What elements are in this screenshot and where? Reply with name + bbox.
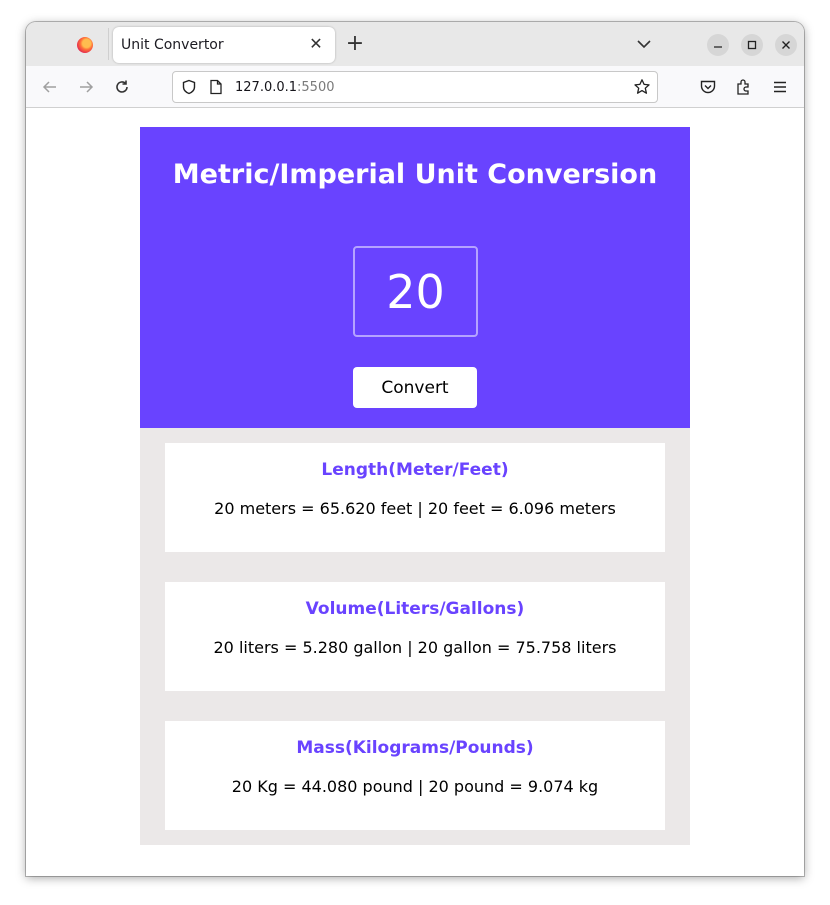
- bookmark-star-icon[interactable]: [633, 78, 651, 96]
- firefox-icon[interactable]: [77, 37, 93, 53]
- tab-separator: [108, 28, 109, 60]
- close-window-icon[interactable]: [775, 34, 797, 56]
- extensions-icon[interactable]: [735, 78, 753, 96]
- card-title: Volume(Liters/Gallons): [305, 599, 525, 619]
- number-input[interactable]: [353, 246, 478, 337]
- convert-button[interactable]: Convert: [353, 367, 477, 408]
- tab-strip: Unit Convertor ✕ +: [26, 22, 804, 66]
- forward-icon[interactable]: [77, 78, 95, 96]
- navigation-bar: 127.0.0.1:5500: [26, 66, 804, 108]
- tab-active[interactable]: Unit Convertor ✕: [113, 27, 335, 63]
- card-result: 20 Kg = 44.080 pound | 20 pound = 9.074 …: [231, 777, 599, 796]
- back-icon[interactable]: [41, 78, 59, 96]
- page-content: Metric/Imperial Unit Conversion Convert …: [26, 108, 804, 876]
- new-tab-icon[interactable]: +: [344, 33, 366, 55]
- card-result: 20 meters = 65.620 feet | 20 feet = 6.09…: [214, 499, 616, 518]
- chevron-down-icon[interactable]: [635, 35, 653, 53]
- mass-card: Mass(Kilograms/Pounds) 20 Kg = 44.080 po…: [165, 721, 665, 830]
- maximize-icon[interactable]: [741, 34, 763, 56]
- url-host: 127.0.0.1: [235, 80, 298, 95]
- length-card: Length(Meter/Feet) 20 meters = 65.620 fe…: [165, 443, 665, 552]
- url-port: :5500: [297, 80, 335, 95]
- url-bar[interactable]: 127.0.0.1:5500: [172, 71, 658, 103]
- browser-window: Unit Convertor ✕ + 127.0.0.1:5500 Metric…: [26, 22, 804, 876]
- pocket-icon[interactable]: [699, 78, 717, 96]
- shield-icon[interactable]: [181, 79, 197, 95]
- converter-app: Metric/Imperial Unit Conversion Convert …: [140, 127, 690, 845]
- tab-title: Unit Convertor: [121, 37, 224, 53]
- reload-icon[interactable]: [113, 78, 131, 96]
- card-result: 20 liters = 5.280 gallon | 20 gallon = 7…: [213, 638, 617, 657]
- menu-icon[interactable]: [771, 78, 789, 96]
- minimize-icon[interactable]: [707, 34, 729, 56]
- page-title: Metric/Imperial Unit Conversion: [172, 159, 658, 190]
- page-icon[interactable]: [209, 79, 223, 95]
- hero-section: Metric/Imperial Unit Conversion Convert: [140, 127, 690, 428]
- close-tab-icon[interactable]: ✕: [307, 35, 325, 53]
- card-title: Mass(Kilograms/Pounds): [296, 738, 534, 758]
- volume-card: Volume(Liters/Gallons) 20 liters = 5.280…: [165, 582, 665, 691]
- url-text[interactable]: 127.0.0.1:5500: [235, 80, 335, 95]
- card-title: Length(Meter/Feet): [321, 460, 509, 480]
